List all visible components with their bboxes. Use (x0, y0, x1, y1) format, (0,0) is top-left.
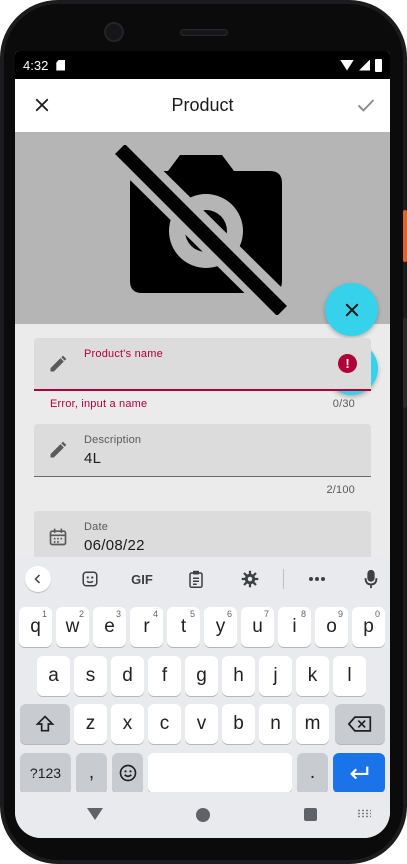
key-y[interactable]: y6 (204, 607, 237, 647)
key-hint: 8 (300, 609, 306, 619)
volume-button (403, 318, 407, 408)
key-i[interactable]: i8 (278, 607, 311, 647)
key-m[interactable]: m (296, 704, 329, 744)
key-hint: 7 (263, 609, 269, 619)
product-image-area (15, 132, 390, 395)
close-icon (345, 303, 358, 316)
key-hint: 3 (115, 609, 121, 619)
key-hint: 5 (189, 609, 195, 619)
navigation-bar (15, 792, 390, 838)
mic-icon[interactable] (361, 567, 381, 591)
backspace-key[interactable] (335, 704, 385, 744)
screen: 4:32 Product Product's name ! Error, inp… (15, 51, 390, 838)
key-g[interactable]: g (185, 656, 218, 696)
shift-icon (35, 715, 55, 732)
key-j[interactable]: j (259, 656, 292, 696)
clipboard-icon[interactable] (185, 567, 207, 591)
emoji-sticker-icon[interactable] (79, 567, 101, 591)
front-camera (104, 22, 124, 42)
backspace-icon (348, 716, 372, 732)
toolbar-divider (283, 569, 284, 589)
key-z[interactable]: z (74, 704, 107, 744)
edit-icon (50, 441, 67, 458)
close-icon[interactable] (33, 95, 51, 115)
key-hint: 4 (152, 609, 158, 619)
key-u[interactable]: u7 (241, 607, 274, 647)
key-hint: 1 (41, 609, 47, 619)
shift-key[interactable] (20, 704, 70, 744)
date-field[interactable]: Date 06/08/22 (34, 511, 371, 561)
enter-icon (350, 766, 369, 780)
key-k[interactable]: k (296, 656, 329, 696)
key-f[interactable]: f (148, 656, 181, 696)
key-d[interactable]: d (111, 656, 144, 696)
enter-key[interactable] (333, 753, 385, 793)
key-b[interactable]: b (222, 704, 255, 744)
key-t[interactable]: t5 (167, 607, 200, 647)
emoji-icon (119, 764, 136, 782)
key-w[interactable]: w2 (56, 607, 89, 647)
check-icon[interactable] (356, 95, 376, 115)
emoji-key[interactable] (112, 753, 143, 793)
nav-recents-icon[interactable] (304, 808, 317, 821)
no-photography-icon (113, 145, 290, 315)
product-name-counter: 0/30 (332, 398, 355, 410)
key-hint: 6 (226, 609, 232, 619)
product-name-error: Error, input a name (50, 398, 148, 410)
key-a[interactable]: a (37, 656, 70, 696)
page-title: Product (171, 95, 234, 115)
space-key[interactable] (148, 753, 292, 793)
period-key[interactable]: . (297, 753, 328, 793)
power-button (403, 210, 407, 262)
description-value: 4L (84, 450, 102, 467)
remove-photo-button[interactable] (325, 283, 378, 336)
key-hint: 9 (337, 609, 343, 619)
gif-button[interactable]: GIF (128, 567, 156, 591)
keyboard-switch-icon[interactable] (357, 809, 371, 818)
error-icon: ! (338, 354, 357, 373)
app-bar: Product (15, 79, 390, 132)
status-time: 4:32 (23, 57, 49, 73)
key-hint: 2 (78, 609, 84, 619)
key-e[interactable]: e3 (93, 607, 126, 647)
soft-keyboard: GIF q1w2e3r4t5y6u7i8o9p0 asdfghjkl z x c… (15, 557, 390, 793)
nav-home-icon[interactable] (196, 808, 210, 822)
symbols-key[interactable]: ?123 (20, 753, 71, 793)
key-p[interactable]: p0 (352, 607, 385, 647)
key-v[interactable]: v (185, 704, 218, 744)
key-c[interactable]: c (148, 704, 181, 744)
date-value: 06/08/22 (84, 537, 145, 554)
description-field[interactable]: Description 4L (34, 424, 371, 477)
comma-key[interactable]: , (76, 753, 107, 793)
key-r[interactable]: r4 (130, 607, 163, 647)
earpiece (180, 29, 228, 36)
sd-card-icon (56, 59, 66, 71)
status-bar: 4:32 (15, 51, 390, 79)
key-h[interactable]: h (222, 656, 255, 696)
status-icons (340, 58, 382, 72)
product-name-label: Product's name (84, 348, 163, 360)
key-n[interactable]: n (259, 704, 292, 744)
keyboard-toolbar: GIF (15, 557, 390, 601)
wifi-icon (340, 59, 354, 71)
phone-frame: 4:32 Product Product's name ! Error, inp… (0, 0, 407, 864)
key-s[interactable]: s (74, 656, 107, 696)
chevron-left-icon[interactable] (25, 566, 51, 592)
description-counter: 2/100 (326, 484, 355, 496)
nav-back-icon[interactable] (87, 808, 103, 820)
calendar-icon (49, 528, 67, 546)
key-x[interactable]: x (111, 704, 144, 744)
gear-icon[interactable] (239, 567, 261, 591)
battery-icon (375, 58, 382, 72)
description-label: Description (84, 434, 142, 446)
date-label: Date (84, 521, 109, 533)
more-icon[interactable] (305, 567, 329, 591)
key-l[interactable]: l (333, 656, 366, 696)
key-hint: 0 (374, 609, 380, 619)
product-name-field[interactable]: Product's name ! (34, 338, 371, 391)
key-q[interactable]: q1 (19, 607, 52, 647)
edit-icon (50, 355, 67, 372)
key-o[interactable]: o9 (315, 607, 348, 647)
signal-icon (359, 59, 370, 71)
